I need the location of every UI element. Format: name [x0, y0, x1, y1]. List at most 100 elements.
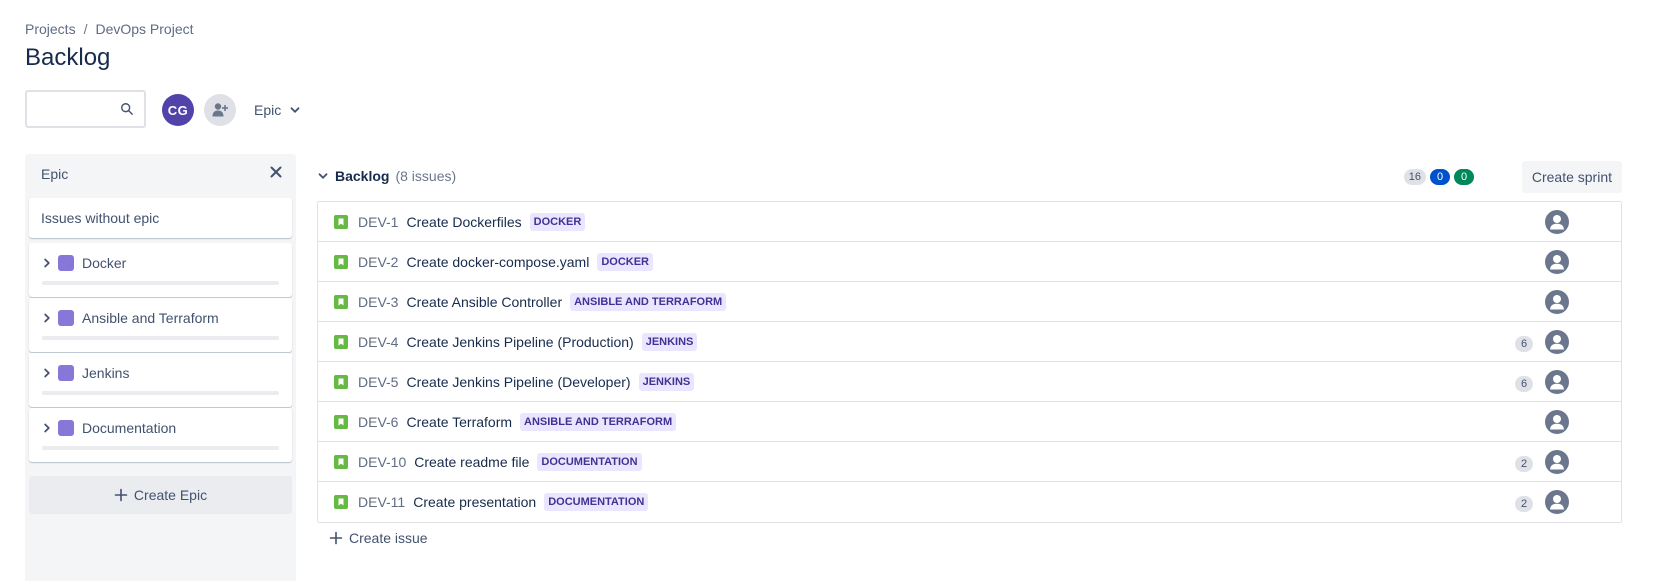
epic-item-name: Jenkins	[82, 365, 130, 381]
story-icon	[334, 334, 348, 349]
issue-row[interactable]: DEV-1 Create Dockerfiles DOCKER	[318, 202, 1621, 242]
epic-lozenge: ANSIBLE AND TERRAFORM	[520, 412, 677, 431]
issue-row[interactable]: DEV-4 Create Jenkins Pipeline (Productio…	[318, 322, 1621, 362]
chevron-right-icon[interactable]	[41, 367, 53, 379]
create-issue-button[interactable]: Create issue	[329, 530, 428, 546]
unassigned-avatar-icon[interactable]	[1545, 250, 1569, 274]
chevron-down-icon[interactable]	[317, 170, 329, 182]
story-points-badge: 2	[1515, 496, 1533, 512]
done-count-badge: 0	[1454, 169, 1474, 185]
epic-panel: Epic Issues without epic Docker Ansible …	[25, 154, 296, 581]
avatar[interactable]: CG	[162, 94, 194, 126]
breadcrumb-separator: /	[83, 21, 88, 37]
epic-lozenge: DOCKER	[529, 212, 586, 231]
story-points-badge: 6	[1515, 336, 1533, 352]
issues-without-epic[interactable]: Issues without epic	[29, 198, 292, 238]
epic-lozenge: ANSIBLE AND TERRAFORM	[570, 292, 727, 311]
search-input[interactable]	[27, 92, 117, 126]
epic-lozenge: JENKINS	[638, 372, 695, 391]
epic-color-swatch	[58, 365, 74, 381]
epic-progress-bar	[42, 446, 279, 450]
unassigned-avatar-icon[interactable]	[1545, 210, 1569, 234]
epic-item-jenkins[interactable]: Jenkins	[29, 353, 292, 407]
backlog-title: Backlog	[335, 168, 390, 184]
backlog-issue-count: (8 issues)	[395, 168, 457, 184]
story-icon	[334, 495, 348, 509]
epic-item-docker[interactable]: Docker	[29, 243, 292, 297]
issue-row[interactable]: DEV-6 Create Terraform ANSIBLE AND TERRA…	[318, 402, 1621, 442]
in-progress-count-badge: 0	[1430, 169, 1450, 185]
breadcrumb-project[interactable]: DevOps Project	[95, 21, 193, 37]
page-title: Backlog	[25, 44, 111, 71]
issue-summary: Create Ansible Controller	[406, 293, 563, 310]
close-icon[interactable]	[268, 164, 284, 180]
create-sprint-button[interactable]: Create sprint	[1521, 161, 1622, 193]
issue-list: DEV-1 Create Dockerfiles DOCKER DEV-2 Cr…	[317, 201, 1622, 523]
issue-key[interactable]: DEV-5	[358, 374, 398, 390]
epic-panel-title: Epic	[41, 166, 69, 182]
chevron-down-icon	[290, 107, 300, 113]
issue-row[interactable]: DEV-2 Create docker-compose.yaml DOCKER	[318, 242, 1621, 282]
story-icon	[334, 214, 348, 229]
chevron-right-icon[interactable]	[41, 257, 53, 269]
chevron-right-icon[interactable]	[41, 422, 53, 434]
story-icon	[334, 254, 348, 269]
epic-color-swatch	[58, 255, 74, 271]
issue-key[interactable]: DEV-10	[358, 454, 406, 470]
issue-key[interactable]: DEV-2	[358, 254, 398, 270]
epic-progress-bar	[42, 391, 279, 395]
epic-item-name: Documentation	[82, 420, 177, 436]
issue-key[interactable]: DEV-1	[358, 214, 398, 230]
issue-summary: Create readme file	[414, 453, 530, 470]
unassigned-avatar-icon[interactable]	[1545, 490, 1569, 514]
unassigned-avatar-icon[interactable]	[1545, 410, 1569, 434]
story-icon	[334, 454, 348, 469]
story-icon	[334, 414, 348, 429]
epic-color-swatch	[58, 310, 74, 326]
issue-row[interactable]: DEV-10 Create readme file DOCUMENTATION …	[318, 442, 1621, 482]
avatar-initials: CG	[167, 102, 189, 118]
search-icon	[121, 103, 133, 115]
epic-progress-bar	[42, 281, 279, 285]
unassigned-avatar-icon[interactable]	[1545, 290, 1569, 314]
epic-item-ansible-and-terraform[interactable]: Ansible and Terraform	[29, 298, 292, 352]
create-epic-label: Create Epic	[133, 487, 208, 503]
epic-item-documentation[interactable]: Documentation	[29, 408, 292, 462]
issue-key[interactable]: DEV-6	[358, 414, 398, 430]
story-points-badge: 6	[1515, 376, 1533, 392]
create-epic-button[interactable]: Create Epic	[29, 476, 292, 514]
breadcrumb-projects[interactable]: Projects	[25, 21, 76, 37]
issue-summary: Create Jenkins Pipeline (Developer)	[406, 373, 631, 390]
unassigned-avatar-icon[interactable]	[1545, 450, 1569, 474]
plus-icon	[114, 488, 128, 502]
epic-lozenge: JENKINS	[641, 332, 698, 351]
breadcrumb: Projects / DevOps Project	[25, 21, 194, 37]
create-issue-label: Create issue	[349, 530, 428, 546]
issue-summary: Create presentation	[413, 494, 537, 510]
chevron-right-icon[interactable]	[41, 312, 53, 324]
epic-filter-label: Epic	[254, 102, 282, 118]
issue-row[interactable]: DEV-5 Create Jenkins Pipeline (Developer…	[318, 362, 1621, 402]
epic-lozenge: DOCUMENTATION	[537, 452, 642, 471]
issue-summary: Create Terraform	[406, 413, 513, 430]
story-icon	[334, 294, 348, 309]
todo-count-badge: 16	[1403, 169, 1426, 185]
unassigned-avatar-icon[interactable]	[1545, 370, 1569, 394]
epic-item-name: Docker	[82, 255, 127, 271]
issue-key[interactable]: DEV-3	[358, 294, 398, 310]
issues-without-epic-label: Issues without epic	[41, 210, 160, 226]
epic-lozenge: DOCUMENTATION	[544, 493, 649, 511]
story-icon	[334, 374, 348, 389]
add-people-button[interactable]	[204, 94, 236, 126]
issue-row[interactable]: DEV-11 Create presentation DOCUMENTATION…	[318, 482, 1621, 522]
issue-row[interactable]: DEV-3 Create Ansible Controller ANSIBLE …	[318, 282, 1621, 322]
epic-item-name: Ansible and Terraform	[82, 310, 219, 326]
issue-key[interactable]: DEV-11	[358, 494, 405, 510]
epic-color-swatch	[58, 420, 74, 436]
epic-filter-dropdown[interactable]: Epic	[254, 98, 301, 122]
unassigned-avatar-icon[interactable]	[1545, 330, 1569, 354]
issue-key[interactable]: DEV-4	[358, 334, 398, 350]
add-user-icon	[212, 103, 228, 117]
issue-summary: Create Jenkins Pipeline (Production)	[406, 333, 634, 350]
story-points-badge: 2	[1515, 456, 1533, 472]
